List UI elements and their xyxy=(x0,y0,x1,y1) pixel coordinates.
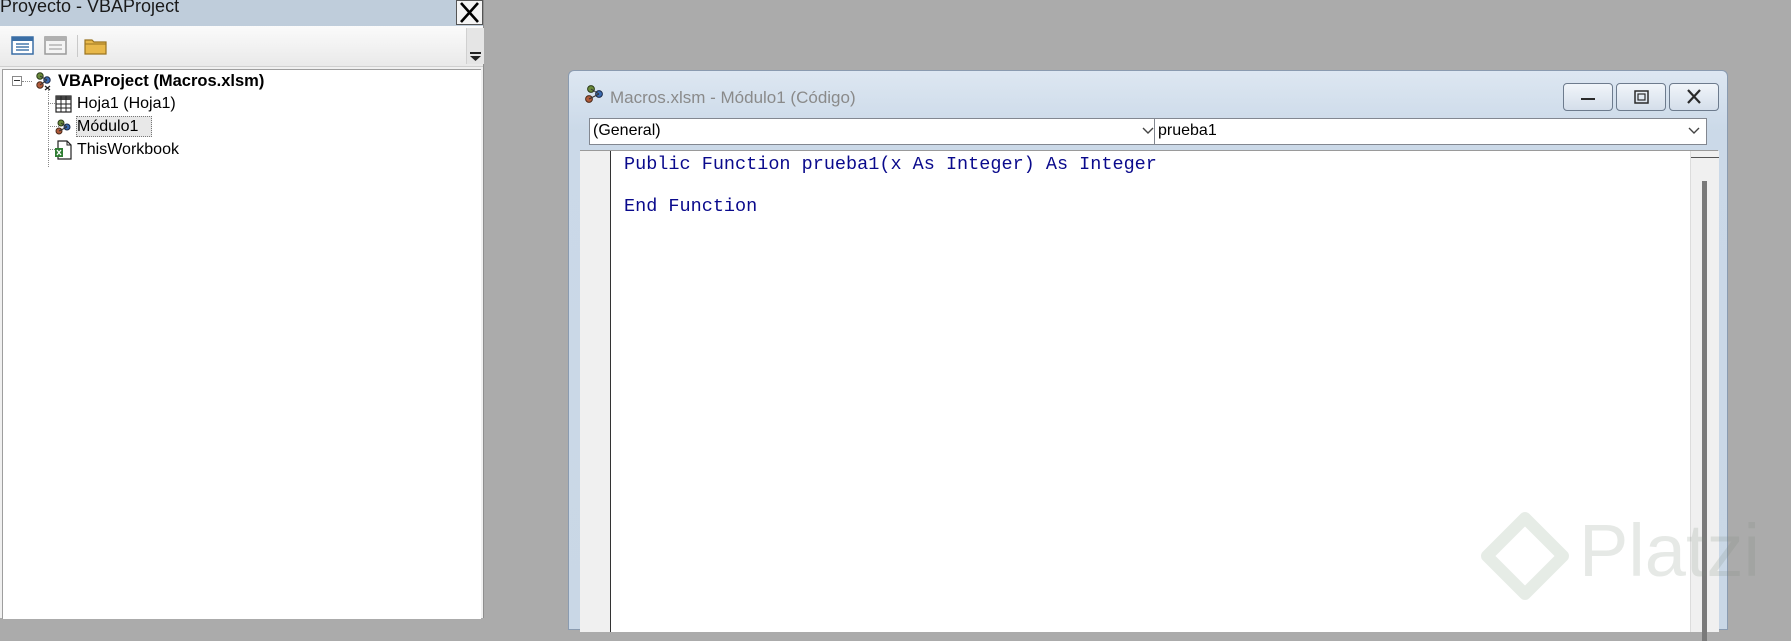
procedure-combo-value: prueba1 xyxy=(1158,122,1217,139)
minimize-icon xyxy=(1581,98,1595,100)
project-tree: VBAProject (Macros.xlsm) Hoja1 (Hoja1) M… xyxy=(2,69,481,619)
platzi-logo-icon xyxy=(1481,512,1569,600)
vba-project-icon xyxy=(36,72,51,91)
tree-label-modulo1: Módulo1 xyxy=(77,118,139,135)
chevron-down-icon xyxy=(1688,127,1700,134)
tree-item-hoja1[interactable]: Hoja1 (Hoja1) xyxy=(55,93,220,115)
platzi-watermark: Platzi xyxy=(1475,509,1765,602)
tree-collapse-toggle[interactable] xyxy=(12,76,22,86)
close-icon xyxy=(460,2,479,23)
tree-connector xyxy=(22,81,32,82)
scrollbar-top xyxy=(1691,151,1719,158)
project-explorer-toolbar xyxy=(0,26,484,67)
workbook-icon xyxy=(55,140,72,160)
view-code-button[interactable] xyxy=(9,33,37,59)
code-window-title: Macros.xlsm - Módulo1 (Código) xyxy=(610,88,856,107)
close-window-button[interactable] xyxy=(1669,83,1719,111)
toolbar-separator xyxy=(77,35,78,57)
margin-indicator-bar[interactable] xyxy=(580,151,611,632)
restore-button[interactable] xyxy=(1616,83,1666,111)
view-object-icon xyxy=(44,36,67,55)
close-icon xyxy=(1687,89,1701,104)
code-line[interactable]: End Function xyxy=(624,196,757,217)
tree-label-root: VBAProject (Macros.xlsm) xyxy=(58,72,265,90)
object-combo[interactable]: (General) xyxy=(589,118,1161,145)
tree-connector xyxy=(48,90,49,167)
tree-label-hoja1: Hoja1 (Hoja1) xyxy=(77,95,176,112)
minimize-button[interactable] xyxy=(1563,83,1613,111)
restore-icon xyxy=(1634,90,1649,104)
code-window-titlebar[interactable]: Macros.xlsm - Módulo1 (Código) xyxy=(569,71,1727,111)
folder-icon xyxy=(84,39,107,55)
code-line[interactable]: Public Function prueba1(x As Integer) As… xyxy=(624,154,1157,175)
tree-item-vbaproject[interactable]: VBAProject (Macros.xlsm) xyxy=(32,70,312,92)
toolbar-overflow-button[interactable] xyxy=(466,28,484,64)
chevron-down-icon xyxy=(1142,127,1154,134)
close-button[interactable] xyxy=(456,0,483,25)
project-explorer-title: Proyecto - VBAProject xyxy=(0,0,180,16)
watermark-text: Platzi xyxy=(1579,509,1760,592)
worksheet-icon xyxy=(55,95,72,113)
toggle-folders-button[interactable] xyxy=(82,33,110,59)
tree-item-modulo1[interactable]: Módulo1 xyxy=(55,116,220,138)
project-explorer-pane: Proyecto - VBAProject VBAProject (Macros… xyxy=(0,0,484,619)
view-object-button[interactable] xyxy=(42,33,70,59)
tree-label-thisworkbook: ThisWorkbook xyxy=(77,141,179,158)
object-combo-value: (General) xyxy=(593,122,661,139)
module-icon xyxy=(55,119,71,135)
chevron-down-icon xyxy=(470,52,481,61)
view-code-icon xyxy=(11,36,34,55)
module-icon xyxy=(585,85,603,103)
project-explorer-titlebar: Proyecto - VBAProject xyxy=(0,0,483,26)
tree-item-thisworkbook[interactable]: ThisWorkbook xyxy=(55,139,220,161)
procedure-combo[interactable]: prueba1 xyxy=(1154,118,1707,145)
